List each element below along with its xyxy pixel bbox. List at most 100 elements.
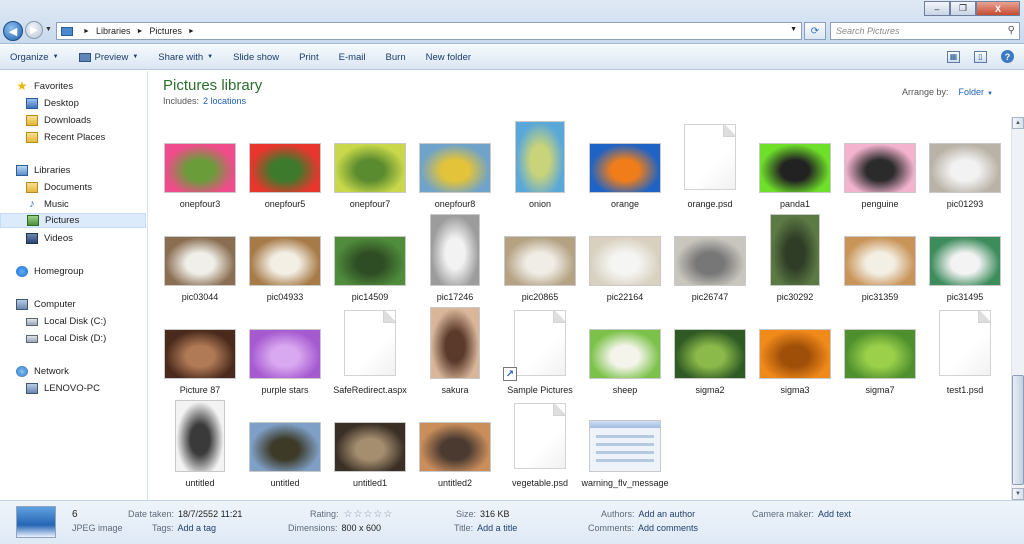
file-item[interactable]: sigma3 bbox=[754, 305, 836, 395]
file-item[interactable]: orange bbox=[584, 119, 666, 209]
breadcrumb-separator[interactable]: ► bbox=[83, 28, 90, 35]
arrange-folder-dropdown[interactable]: Folder bbox=[959, 87, 985, 97]
file-item[interactable]: untitled bbox=[244, 398, 326, 488]
file-item[interactable]: SafeRedirect.aspx bbox=[329, 305, 411, 395]
preview-pane-icon[interactable]: ▯ bbox=[974, 50, 987, 63]
nav-network[interactable]: Network bbox=[0, 364, 146, 379]
rating-stars-icon[interactable]: ☆☆☆☆☆ bbox=[344, 509, 394, 520]
file-item[interactable]: warning_flv_message bbox=[581, 398, 669, 488]
file-name: vegetable.psd bbox=[511, 478, 569, 488]
file-item[interactable]: sigma2 bbox=[669, 305, 751, 395]
document-file-icon bbox=[344, 310, 396, 376]
file-item[interactable]: pic26747 bbox=[669, 212, 751, 302]
nav-pictures[interactable]: Pictures bbox=[0, 213, 146, 228]
tags-value[interactable]: Add a tag bbox=[178, 523, 217, 533]
vertical-scrollbar[interactable]: ▲ ▼ bbox=[1011, 117, 1024, 500]
nav-libraries[interactable]: Libraries bbox=[0, 163, 146, 178]
authors-value[interactable]: Add an author bbox=[639, 509, 696, 519]
nav-downloads[interactable]: Downloads bbox=[0, 113, 146, 128]
recent-pages-dropdown[interactable]: ▼ bbox=[45, 26, 52, 33]
file-item[interactable]: pic20865 bbox=[499, 212, 581, 302]
file-item[interactable]: untitled bbox=[159, 398, 241, 488]
file-item[interactable]: onepfour7 bbox=[329, 119, 411, 209]
address-dropdown-icon[interactable]: ▼ bbox=[790, 26, 797, 33]
nav-local-disk-c[interactable]: Local Disk (C:) bbox=[0, 314, 146, 329]
locations-link[interactable]: 2 locations bbox=[203, 96, 246, 106]
email-button[interactable]: E-mail bbox=[329, 52, 376, 63]
file-item[interactable]: onion bbox=[499, 119, 581, 209]
share-with-menu[interactable]: Share with ▼ bbox=[148, 52, 223, 63]
comments-value[interactable]: Add comments bbox=[638, 523, 698, 533]
file-item[interactable]: pic31359 bbox=[839, 212, 921, 302]
breadcrumb-libraries[interactable]: Libraries bbox=[96, 26, 131, 36]
file-item[interactable]: onepfour3 bbox=[159, 119, 241, 209]
preview-menu[interactable]: Preview ▼ bbox=[69, 52, 149, 63]
file-item[interactable]: orange.psd bbox=[669, 119, 751, 209]
nav-desktop[interactable]: Desktop bbox=[0, 96, 146, 111]
file-item[interactable]: vegetable.psd bbox=[499, 398, 581, 488]
nav-local-disk-d[interactable]: Local Disk (D:) bbox=[0, 331, 146, 346]
file-item[interactable]: ↗ Sample Pictures bbox=[499, 305, 581, 395]
title-value[interactable]: Add a title bbox=[477, 523, 517, 533]
file-item[interactable]: penguine bbox=[839, 119, 921, 209]
nav-recent-places[interactable]: Recent Places bbox=[0, 130, 146, 145]
file-item[interactable]: purple stars bbox=[244, 305, 326, 395]
new-folder-button[interactable]: New folder bbox=[416, 52, 481, 63]
scroll-up-icon[interactable]: ▲ bbox=[1012, 117, 1024, 129]
file-item[interactable]: Picture 87 bbox=[159, 305, 241, 395]
camera-maker-value[interactable]: Add text bbox=[818, 509, 851, 519]
help-icon[interactable]: ? bbox=[1001, 50, 1014, 63]
print-button[interactable]: Print bbox=[289, 52, 329, 63]
search-icon[interactable]: ⚲ bbox=[1008, 25, 1015, 36]
music-icon: ♪ bbox=[29, 198, 35, 210]
change-view-icon[interactable]: ▦ bbox=[947, 50, 960, 63]
nav-videos[interactable]: Videos bbox=[0, 231, 146, 246]
minimize-button[interactable]: – bbox=[924, 1, 950, 16]
recent-places-icon bbox=[26, 132, 38, 143]
file-item[interactable]: pic30292 bbox=[754, 212, 836, 302]
breadcrumb-pictures[interactable]: Pictures bbox=[149, 26, 182, 36]
maximize-button[interactable]: ❐ bbox=[950, 1, 976, 16]
close-button[interactable]: X bbox=[976, 1, 1020, 16]
file-item[interactable]: pic31495 bbox=[924, 212, 1006, 302]
file-item[interactable]: panda1 bbox=[754, 119, 836, 209]
file-item[interactable]: sakura bbox=[414, 305, 496, 395]
file-item[interactable]: untitled2 bbox=[414, 398, 496, 488]
back-arrow-icon[interactable]: ◀ bbox=[3, 21, 23, 41]
nav-music[interactable]: ♪ Music bbox=[0, 197, 146, 212]
date-taken-value[interactable]: 18/7/2552 11:21 bbox=[178, 509, 242, 519]
organize-menu[interactable]: Organize ▼ bbox=[0, 52, 69, 63]
file-item[interactable]: pic03044 bbox=[159, 212, 241, 302]
file-item[interactable]: untitled1 bbox=[329, 398, 411, 488]
nav-documents[interactable]: Documents bbox=[0, 180, 146, 195]
file-item[interactable]: pic22164 bbox=[584, 212, 666, 302]
nav-lenovo-pc[interactable]: LENOVO-PC bbox=[0, 381, 146, 396]
forward-arrow-icon[interactable]: ▶ bbox=[25, 21, 43, 39]
nav-homegroup[interactable]: Homegroup bbox=[0, 264, 146, 279]
slide-show-button[interactable]: Slide show bbox=[223, 52, 289, 63]
breadcrumb-separator[interactable]: ► bbox=[136, 28, 143, 35]
file-item[interactable]: sheep bbox=[584, 305, 666, 395]
file-name: onepfour3 bbox=[179, 199, 221, 209]
nav-computer[interactable]: Computer bbox=[0, 297, 146, 312]
file-item[interactable]: onepfour5 bbox=[244, 119, 326, 209]
file-item[interactable]: sigma7 bbox=[839, 305, 921, 395]
scroll-thumb[interactable] bbox=[1012, 375, 1024, 485]
homegroup-icon bbox=[16, 266, 28, 277]
nav-favorites[interactable]: ★ Favorites bbox=[0, 79, 146, 94]
file-item[interactable]: onepfour8 bbox=[414, 119, 496, 209]
scroll-down-icon[interactable]: ▼ bbox=[1012, 488, 1024, 500]
navigation-pane: ★ Favorites Desktop Downloads Recent Plac… bbox=[0, 71, 148, 500]
burn-button[interactable]: Burn bbox=[376, 52, 416, 63]
page-title: Pictures library bbox=[163, 77, 263, 94]
file-item[interactable]: test1.psd bbox=[924, 305, 1006, 395]
address-bar[interactable]: ► Libraries ► Pictures ► ▼ bbox=[56, 22, 802, 40]
file-item[interactable]: pic17246 bbox=[414, 212, 496, 302]
file-item[interactable]: pic14509 bbox=[329, 212, 411, 302]
refresh-icon[interactable]: ⟳ bbox=[804, 22, 826, 40]
search-input[interactable]: Search Pictures ⚲ bbox=[830, 22, 1020, 40]
file-item[interactable]: pic04933 bbox=[244, 212, 326, 302]
breadcrumb-separator[interactable]: ► bbox=[188, 28, 195, 35]
size-value: 316 KB bbox=[480, 509, 510, 519]
file-item[interactable]: pic01293 bbox=[924, 119, 1006, 209]
